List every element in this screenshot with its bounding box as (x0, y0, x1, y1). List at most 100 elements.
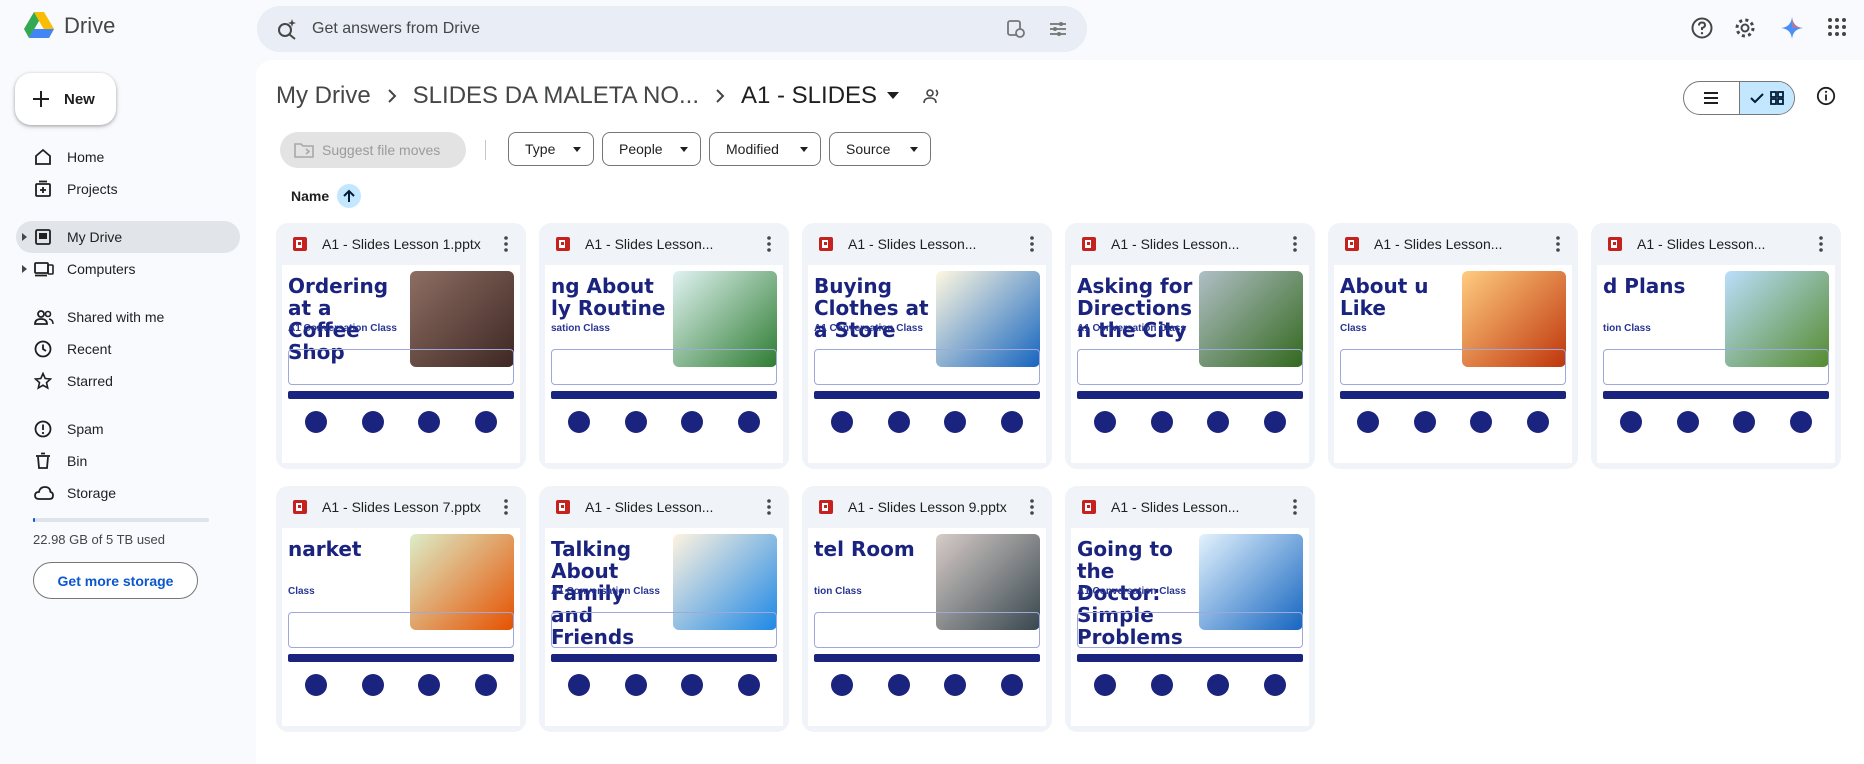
file-card[interactable]: A1 - Slides Lesson 7.pptx narket Class (276, 486, 526, 732)
file-card[interactable]: A1 - Slides Lesson... Going to the Docto… (1065, 486, 1315, 732)
file-card[interactable]: A1 - Slides Lesson... ng About ly Routin… (539, 223, 789, 469)
file-name: A1 - Slides Lesson... (585, 236, 714, 252)
more-vert-icon[interactable] (1022, 497, 1042, 517)
filter-label: People (619, 141, 663, 157)
sidebar-item-home[interactable]: Home (16, 141, 240, 173)
file-name: A1 - Slides Lesson... (585, 499, 714, 515)
more-vert-icon[interactable] (496, 234, 516, 254)
file-thumbnail[interactable]: Going to the Doctor: Simple Problems A1 … (1071, 528, 1309, 726)
sort-label: Name (291, 188, 330, 204)
file-thumbnail[interactable]: d Plans tion Class (1597, 265, 1835, 463)
more-vert-icon[interactable] (1285, 234, 1305, 254)
powerpoint-file-icon (555, 236, 571, 252)
sidebar-item-computers[interactable]: Computers (16, 253, 240, 285)
filter-source[interactable]: Source (829, 132, 931, 166)
sidebar-item-label: Home (67, 149, 105, 165)
file-card[interactable]: A1 - Slides Lesson... Asking for Directi… (1065, 223, 1315, 469)
powerpoint-file-icon (555, 499, 571, 515)
help-icon[interactable] (1690, 16, 1714, 40)
file-thumbnail[interactable]: narket Class (282, 528, 520, 726)
powerpoint-file-icon (1607, 236, 1623, 252)
sidebar-item-recent[interactable]: Recent (16, 333, 240, 365)
sidebar-item-shared-with-me[interactable]: Shared with me (16, 301, 240, 333)
powerpoint-file-icon (1344, 236, 1360, 252)
search-settings-icon[interactable] (1005, 18, 1027, 40)
more-vert-icon[interactable] (496, 497, 516, 517)
suggest-file-moves-button[interactable]: Suggest file moves (280, 132, 466, 168)
sidebar-item-my-drive[interactable]: My Drive (16, 221, 240, 253)
file-card[interactable]: A1 - Slides Lesson... Buying Clothes at … (802, 223, 1052, 469)
sidebar-item-starred[interactable]: Starred (16, 365, 240, 397)
thumbnail-info-box (288, 612, 514, 648)
thumbnail-subtitle: tion Class (1603, 323, 1651, 334)
file-thumbnail[interactable]: ng About ly Routine sation Class (545, 265, 783, 463)
breadcrumb-my-drive[interactable]: My Drive (276, 82, 371, 110)
file-thumbnail[interactable]: Buying Clothes at a Store A1 Conversatio… (808, 265, 1046, 463)
list-view-button[interactable] (1684, 82, 1739, 114)
new-button-label: New (64, 90, 95, 108)
more-vert-icon[interactable] (1022, 234, 1042, 254)
drive-logo[interactable]: Drive (24, 12, 115, 39)
file-card[interactable]: A1 - Slides Lesson... About u Like Class (1328, 223, 1578, 469)
apps-grid-icon[interactable] (1826, 16, 1848, 38)
sidebar-item-label: My Drive (67, 229, 123, 245)
dropdown-arrow-icon (680, 147, 688, 152)
breadcrumb-current-folder[interactable]: A1 - SLIDES (741, 82, 877, 110)
sidebar-item-storage[interactable]: Storage (16, 477, 240, 509)
more-vert-icon[interactable] (1285, 497, 1305, 517)
share-folder-icon[interactable] (923, 88, 941, 104)
get-more-storage-button[interactable]: Get more storage (33, 562, 198, 599)
sidebar-item-projects[interactable]: Projects (16, 173, 240, 205)
file-name: A1 - Slides Lesson... (1637, 236, 1766, 252)
dropdown-arrow-icon[interactable] (887, 92, 900, 100)
breadcrumb-slides-da-maleta[interactable]: SLIDES DA MALETA NO... (413, 82, 699, 110)
file-thumbnail[interactable]: About u Like Class (1334, 265, 1572, 463)
file-card[interactable]: A1 - Slides Lesson 1.pptx Ordering at a … (276, 223, 526, 469)
file-card[interactable]: A1 - Slides Lesson 9.pptx tel Room tion … (802, 486, 1052, 732)
file-thumbnail[interactable]: Talking About Family and Friends A1 Conv… (545, 528, 783, 726)
view-toggle[interactable] (1683, 81, 1795, 115)
sparkle-search-icon (275, 18, 297, 40)
sidebar-item-label: Bin (67, 453, 88, 469)
trash-icon (34, 452, 52, 470)
thumbnail-title: About u Like (1340, 274, 1429, 320)
file-thumbnail[interactable]: tel Room tion Class (808, 528, 1046, 726)
more-vert-icon[interactable] (1811, 234, 1831, 254)
caret-right-icon[interactable] (22, 265, 27, 273)
file-name: A1 - Slides Lesson 9.pptx (848, 499, 1007, 515)
grid-view-icon (1770, 91, 1784, 105)
thumbnail-icon-row (1077, 668, 1303, 720)
thumbnail-section-bar (551, 654, 777, 662)
filter-people[interactable]: People (602, 132, 701, 166)
thumbnail-info-box (288, 349, 514, 385)
gemini-icon[interactable] (1780, 16, 1804, 40)
file-thumbnail[interactable]: Asking for Directions n the City A1 Conv… (1071, 265, 1309, 463)
caret-right-icon[interactable] (22, 233, 27, 241)
thumbnail-icon-row (551, 668, 777, 720)
filter-modified[interactable]: Modified (709, 132, 821, 166)
top-bar: Drive Get answers from Drive (0, 0, 1864, 60)
new-button[interactable]: New (15, 73, 116, 125)
sidebar-item-spam[interactable]: Spam (16, 413, 240, 445)
file-card[interactable]: A1 - Slides Lesson... d Plans tion Class (1591, 223, 1841, 469)
file-card[interactable]: A1 - Slides Lesson... Talking About Fami… (539, 486, 789, 732)
sort-ascending-button[interactable] (337, 184, 362, 208)
sort-by-name[interactable]: Name (291, 184, 362, 208)
more-vert-icon[interactable] (759, 497, 779, 517)
file-thumbnail[interactable]: Ordering at a Coffee Shop A1 Conversatio… (282, 265, 520, 463)
filter-type[interactable]: Type (508, 132, 594, 166)
sidebar-item-bin[interactable]: Bin (16, 445, 240, 477)
more-vert-icon[interactable] (759, 234, 779, 254)
gear-icon[interactable] (1733, 16, 1757, 40)
spam-icon (34, 420, 52, 438)
search-options-icon[interactable] (1047, 18, 1069, 40)
thumbnail-section-bar (288, 391, 514, 399)
info-icon[interactable] (1816, 86, 1836, 106)
search-bar[interactable]: Get answers from Drive (257, 6, 1087, 52)
grid-view-button[interactable] (1738, 82, 1794, 114)
folder-move-icon (294, 142, 314, 158)
thumbnail-icon-row (551, 405, 777, 457)
thumbnail-section-bar (1077, 654, 1303, 662)
more-vert-icon[interactable] (1548, 234, 1568, 254)
search-input[interactable]: Get answers from Drive (312, 20, 480, 38)
